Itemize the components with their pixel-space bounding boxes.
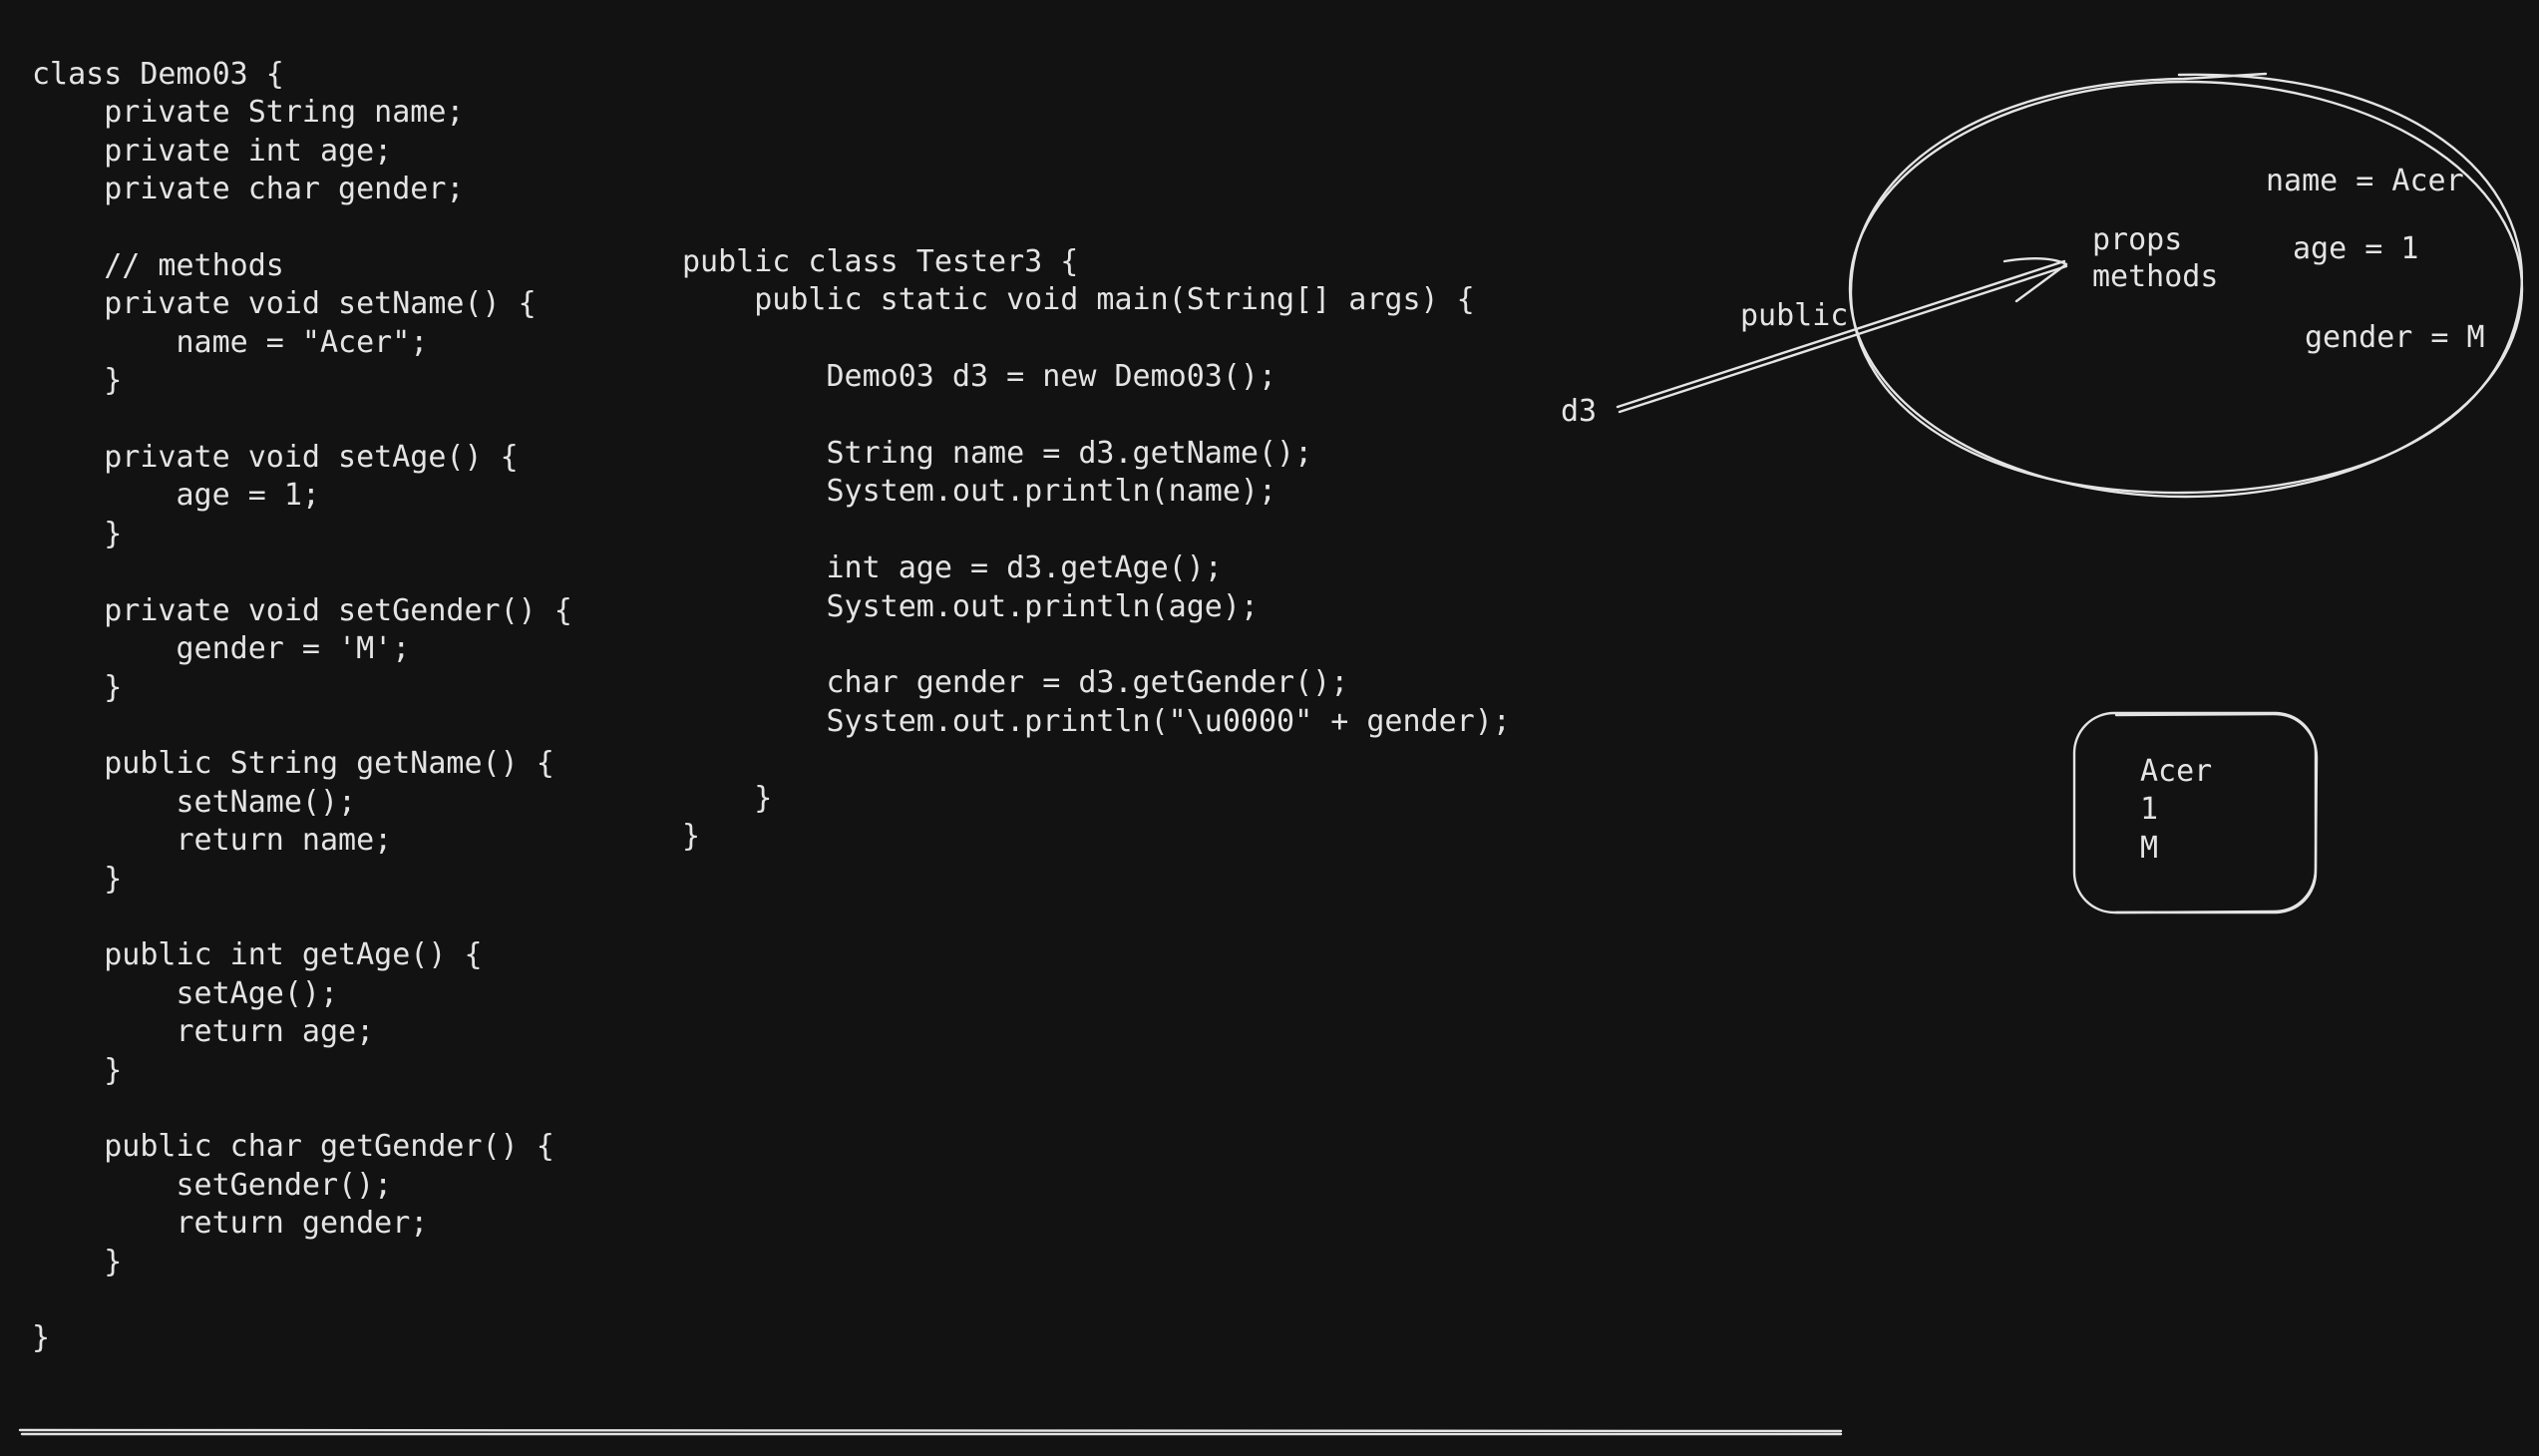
demo03-code-line <box>32 401 572 439</box>
demo03-code-line <box>32 707 572 745</box>
demo03-code-line: } <box>32 861 123 897</box>
demo03-code-line: return gender; <box>32 1206 429 1242</box>
demo03-code-line: } <box>32 1244 123 1279</box>
console-output: Acer 1 M <box>2140 753 2212 868</box>
tester3-code-line: } <box>682 780 773 816</box>
console-output-line: M <box>2140 830 2159 866</box>
demo03-code-line: setAge(); <box>32 975 339 1011</box>
demo03-code-line: private char gender; <box>32 172 465 207</box>
tester3-code-line: System.out.println(age); <box>682 588 1259 624</box>
demo03-code-line: } <box>32 516 123 551</box>
demo03-code-line: age = 1; <box>32 478 320 514</box>
object-props-label: props <box>2092 222 2183 257</box>
demo03-code-line: private void setName() { <box>32 286 537 322</box>
bottom-rule <box>18 1428 1843 1433</box>
console-output-line: Acer <box>2140 754 2213 789</box>
demo03-code-line <box>32 1281 572 1319</box>
tester3-code-line: public static void main(String[] args) { <box>682 282 1475 318</box>
demo03-code-line: // methods <box>32 248 284 284</box>
demo03-code-line: } <box>32 669 123 705</box>
demo03-code-line: public int getAge() { <box>32 937 483 973</box>
object-methods-label: methods <box>2092 259 2219 294</box>
object-name-value: name = Acer <box>2266 164 2464 198</box>
tester3-code-line: System.out.println(name); <box>682 474 1277 510</box>
demo03-code-line: setName(); <box>32 784 357 820</box>
tester3-code-line: } <box>682 819 701 855</box>
tester3-code-line: String name = d3.getName(); <box>682 436 1313 472</box>
demo03-code-line: private String name; <box>32 95 465 131</box>
demo03-code-line: private int age; <box>32 133 393 169</box>
object-age-value: age = 1 <box>2293 231 2419 266</box>
tester3-code-line: public class Tester3 { <box>682 244 1079 279</box>
demo03-code-line: } <box>32 1052 123 1088</box>
access-label-public: public <box>1740 298 1849 333</box>
reference-arrow-shaft-overstroke <box>1618 264 2068 414</box>
demo03-code-line: public char getGender() { <box>32 1129 554 1165</box>
demo03-code-line <box>32 209 572 247</box>
demo03-code-line: name = "Acer"; <box>32 324 429 360</box>
demo03-code-line: } <box>32 363 123 399</box>
demo03-code-line: public String getName() { <box>32 746 554 782</box>
reference-label-d3: d3 <box>1561 394 1598 429</box>
demo03-code-line: class Demo03 { <box>32 57 284 92</box>
tester3-code-line <box>682 397 1511 435</box>
demo03-code-line: private void setGender() { <box>32 592 572 628</box>
demo03-code-line: setGender(); <box>32 1167 393 1203</box>
demo03-class-code: class Demo03 { private String name; priv… <box>32 56 572 1358</box>
demo03-code-line: return name; <box>32 823 393 859</box>
tester3-code-line <box>682 626 1511 664</box>
tester3-code-line: int age = d3.getAge(); <box>682 550 1223 586</box>
tester3-code-line: char gender = d3.getGender(); <box>682 665 1349 701</box>
demo03-code-line: return age; <box>32 1014 375 1050</box>
tester3-code-line <box>682 320 1511 358</box>
tester3-code-line <box>682 741 1511 779</box>
tester3-class-code: public class Tester3 { public static voi… <box>682 243 1511 857</box>
demo03-code-line: gender = 'M'; <box>32 631 411 667</box>
demo03-code-line <box>32 899 572 936</box>
tester3-code-line: System.out.println("\u0000" + gender); <box>682 703 1511 739</box>
object-gender-value: gender = M <box>2305 320 2485 355</box>
demo03-code-line <box>32 553 572 591</box>
console-output-line: 1 <box>2140 792 2159 828</box>
tester3-code-line: Demo03 d3 = new Demo03(); <box>682 359 1277 395</box>
demo03-code-line: private void setAge() { <box>32 440 519 476</box>
reference-arrow-head <box>2002 257 2068 303</box>
demo03-code-line <box>32 1090 572 1128</box>
tester3-code-line <box>682 512 1511 549</box>
demo03-code-line: } <box>32 1320 51 1356</box>
